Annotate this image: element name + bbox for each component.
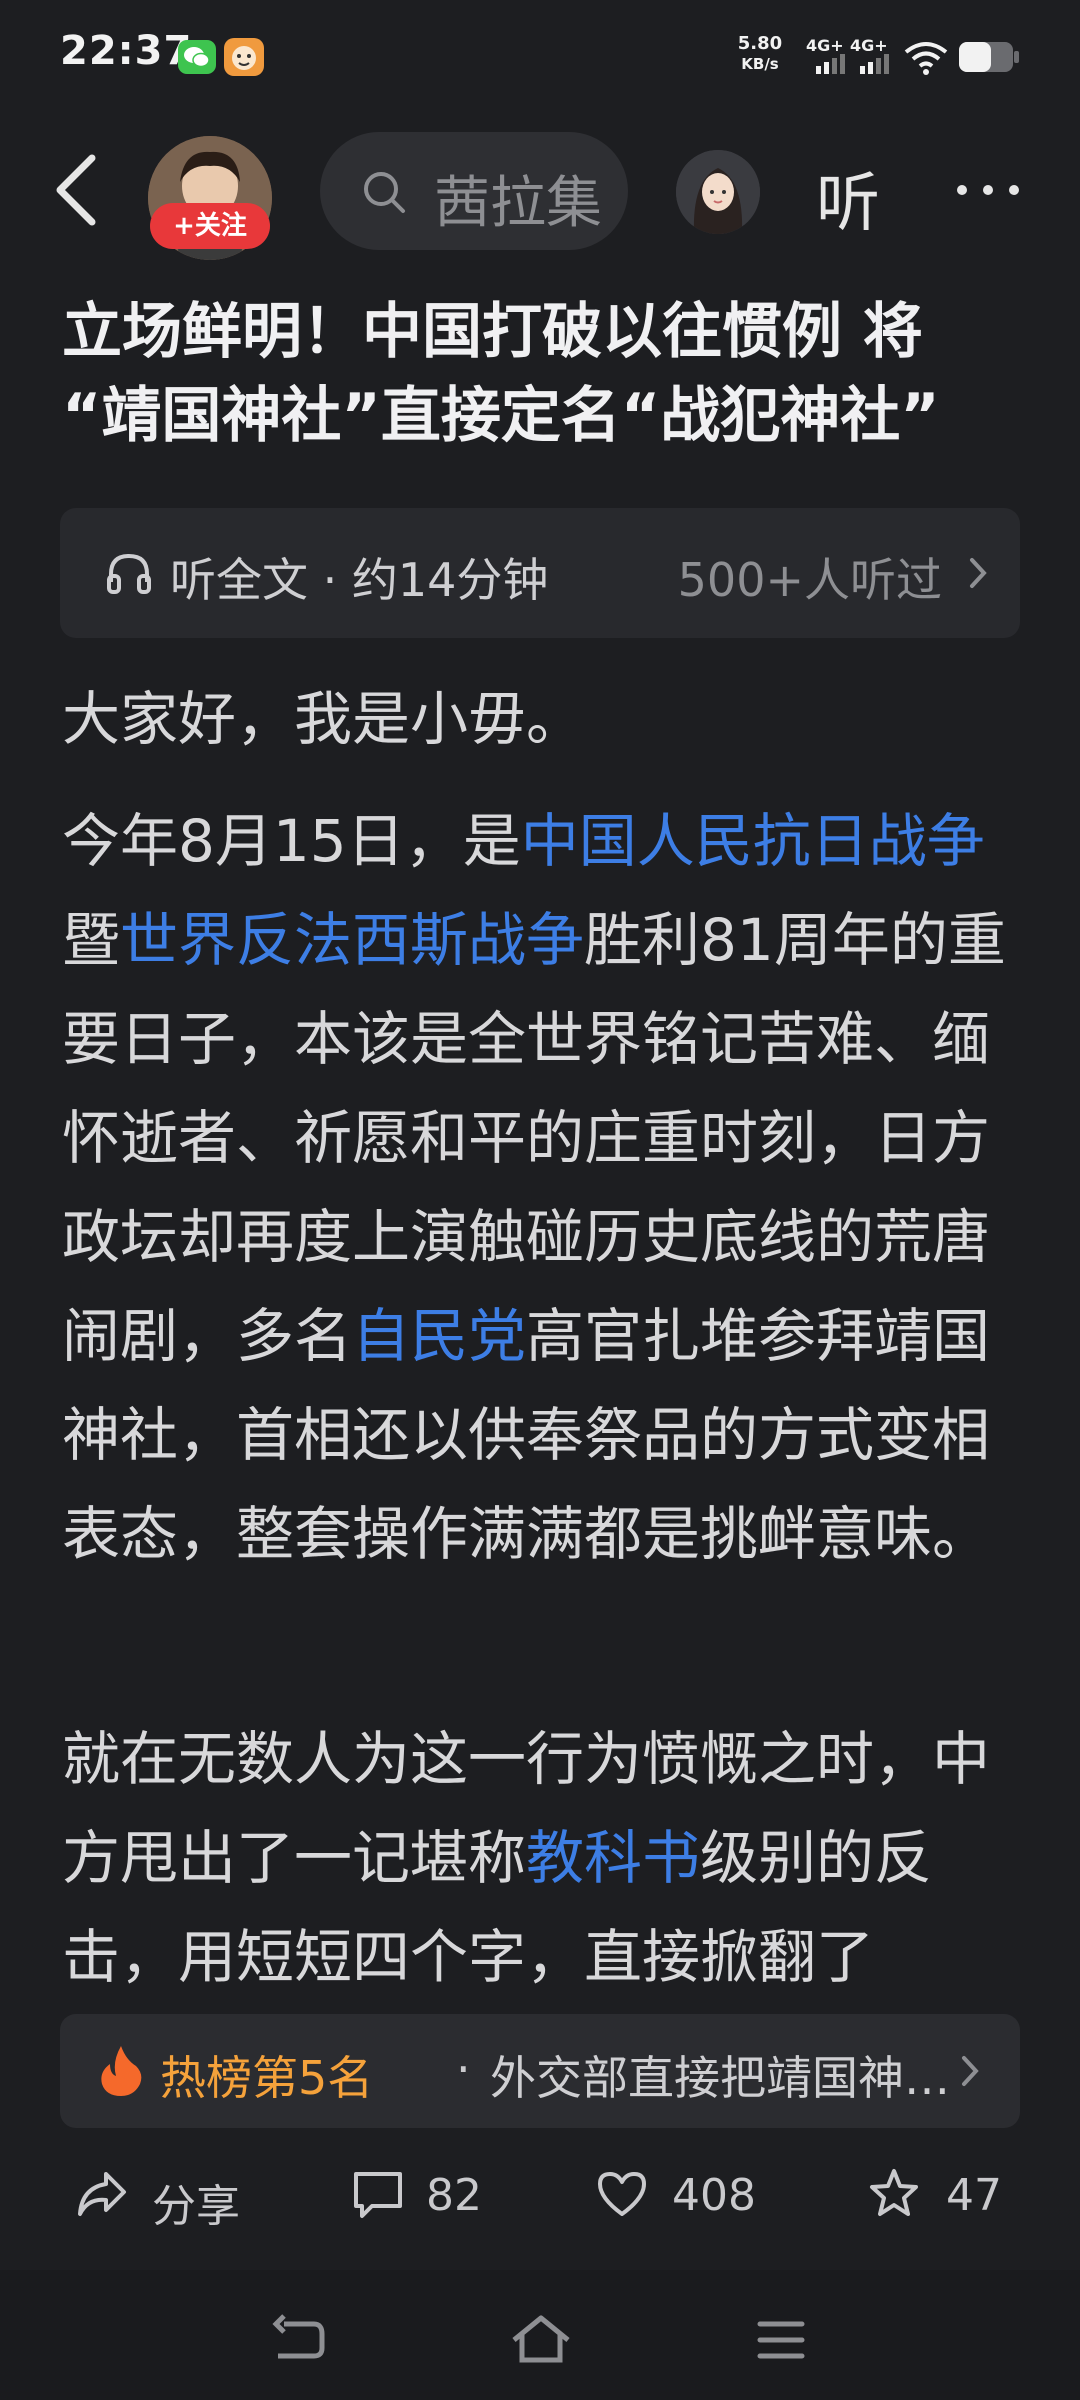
like-button[interactable]: 408 <box>594 2160 764 2232</box>
listen-count: 500+人听过 <box>677 553 942 607</box>
sys-menu-button[interactable] <box>746 2310 816 2370</box>
comment-icon <box>354 2172 402 2218</box>
battery-icon <box>958 40 1020 74</box>
topic-link[interactable]: 中国人民抗日战争 <box>521 807 985 875</box>
title-line: “靖国神社”直接定名“战犯神社” <box>62 381 940 451</box>
headphones-icon <box>107 553 151 594</box>
like-count: 408 <box>672 2170 756 2221</box>
hot-title: 外交部直接把靖国神… <box>490 2051 950 2105</box>
listen-button[interactable]: 听 <box>816 152 880 244</box>
topic-link[interactable]: 世界反法西斯战争 <box>120 906 584 974</box>
topic-link[interactable]: 自民党 <box>352 1302 526 1370</box>
paragraph: 就在无数人为这一行为愤慨之时，中方甩出了一记堪称教科书级别的反击，用短短四个字，… <box>62 1710 1022 2010</box>
menu-icon <box>757 2321 805 2359</box>
net-speed-unit: KB/s <box>741 55 779 73</box>
search-text: 茜拉集 <box>434 171 602 236</box>
wechat-icon <box>178 40 216 74</box>
return-icon <box>272 2314 325 2359</box>
share-icon <box>78 2172 126 2216</box>
favorite-button[interactable]: 47 <box>866 2160 1006 2232</box>
sys-home-button[interactable] <box>506 2310 576 2370</box>
net-speed-value: 5.80 <box>737 33 783 54</box>
star-icon <box>870 2169 918 2216</box>
signal-icon: 4G+ <box>850 36 902 76</box>
search-box[interactable]: 茜拉集 <box>320 132 628 250</box>
title-line: 立场鲜明！中国打破以往惯例 将 <box>62 297 923 367</box>
paragraph: 大家好，我是小毋。 <box>62 685 585 753</box>
status-time: 22:37 <box>60 28 193 74</box>
listen-text: 听全文 · 约14分钟 <box>170 553 549 607</box>
comment-button[interactable]: 82 <box>350 2160 500 2232</box>
sys-back-button[interactable] <box>264 2310 334 2370</box>
hot-list-bar[interactable]: 热榜第5名 · 外交部直接把靖国神… <box>60 2014 1020 2128</box>
search-icon <box>364 172 405 213</box>
chevron-right-icon <box>970 558 987 588</box>
more-icon <box>957 185 1019 195</box>
hot-separator: · <box>456 2042 471 2096</box>
app-icon <box>224 38 264 76</box>
share-button[interactable]: 分享 <box>74 2160 244 2232</box>
heart-icon <box>598 2172 646 2216</box>
follow-button[interactable]: +关注 <box>150 203 270 249</box>
listen-full-text-bar[interactable]: 听全文 · 约14分钟 500+人听过 <box>60 508 1020 638</box>
back-icon <box>56 154 96 226</box>
home-icon <box>512 2315 570 2363</box>
text-span: 胜利81周年的重要日子，本该是全世界铭记苦难、缅怀逝者、祈愿和平的庄重时刻，日方… <box>62 906 1006 1370</box>
topic-link[interactable]: 教科书 <box>526 1824 700 1892</box>
share-label: 分享 <box>152 2181 240 2232</box>
chevron-right-icon <box>962 2056 979 2086</box>
more-button[interactable] <box>950 150 1026 230</box>
tts-avatar[interactable] <box>676 150 760 234</box>
text-span: 暨 <box>62 906 121 974</box>
paragraph: 今年8月15日，是中国人民抗日战争暨世界反法西斯战争胜利81周年的重要日子，本该… <box>62 792 1022 1584</box>
net-speed: 5.80 KB/s <box>728 34 792 74</box>
article-title: 立场鲜明！中国打破以往惯例 将 “靖国神社”直接定名“战犯神社” <box>62 290 1032 458</box>
comment-count: 82 <box>426 2170 482 2221</box>
favorite-count: 47 <box>946 2170 1002 2221</box>
text-span: 今年8月15日，是 <box>62 807 521 875</box>
system-navigation-bar <box>0 2270 1080 2400</box>
wifi-icon <box>904 40 948 76</box>
back-button[interactable] <box>46 148 106 232</box>
hot-rank: 热榜第5名 <box>160 2051 374 2105</box>
fire-icon <box>101 2046 142 2096</box>
